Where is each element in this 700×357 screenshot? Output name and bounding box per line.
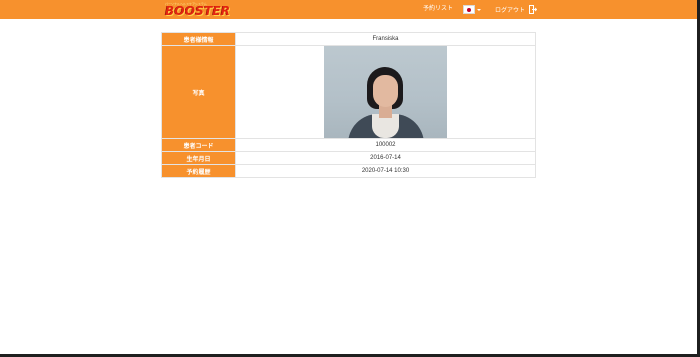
patient-code-label: 患者コード (161, 138, 236, 152)
patient-info-table: 患者様情報 Fransiska 写真 患者コード 100002 生年月日 201… (161, 32, 536, 178)
japan-flag-icon (463, 5, 475, 14)
language-dropdown[interactable] (463, 5, 481, 14)
patient-code-value: 100002 (235, 138, 536, 152)
photo-cell (235, 45, 536, 139)
reserve-list-link[interactable]: 予約リスト (423, 0, 453, 19)
table-row: 患者コード 100002 (161, 138, 536, 152)
reservation-history-label: 予約履歴 (161, 164, 236, 178)
table-row: 予約履歴 2020-07-14 10:30 (161, 164, 536, 178)
logout-icon (529, 5, 538, 14)
chevron-down-icon (477, 8, 481, 11)
booster-logo[interactable]: パーソナルヘルスケアシステム BOOSTER (165, 2, 230, 17)
table-row: 患者様情報 Fransiska (161, 32, 536, 46)
logout-label: ログアウト (495, 8, 526, 14)
photo-label: 写真 (161, 45, 236, 139)
reservation-history-value: 2020-07-14 10:30 (235, 164, 536, 178)
birth-date-label: 生年月日 (161, 151, 236, 165)
table-row: 生年月日 2016-07-14 (161, 151, 536, 165)
patient-name-value: Fransiska (235, 32, 536, 46)
patient-photo (324, 46, 447, 138)
logo-text: BOOSTER (165, 4, 231, 18)
birth-date-value: 2016-07-14 (235, 151, 536, 165)
logout-button[interactable]: ログアウト (495, 0, 538, 19)
patient-info-label: 患者様情報 (161, 32, 236, 46)
navbar: パーソナルヘルスケアシステム BOOSTER 予約リスト ログアウト (0, 0, 697, 19)
table-row: 写真 (161, 45, 536, 139)
